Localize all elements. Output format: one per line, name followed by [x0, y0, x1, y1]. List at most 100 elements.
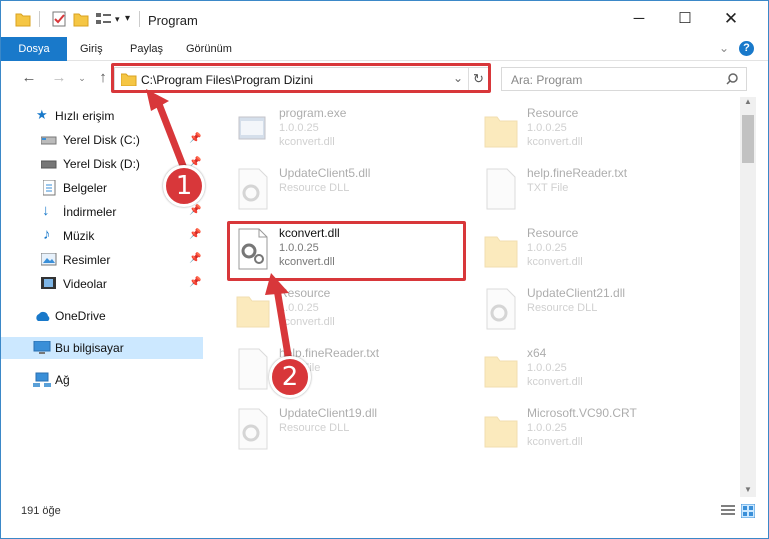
search-placeholder: Ara: Program	[511, 73, 583, 87]
file-tile[interactable]: Microsoft.VC90.CRT 1.0.0.25 kconvert.dll	[477, 403, 707, 461]
scroll-up-icon[interactable]: ▲	[744, 97, 752, 106]
text-file-icon	[486, 168, 516, 210]
help-icon[interactable]: ?	[739, 41, 754, 56]
large-icons-view-icon[interactable]	[741, 504, 755, 518]
sidebar-item-pictures[interactable]: Resimler 📌	[1, 249, 203, 271]
tab-share[interactable]: Paylaş	[121, 37, 172, 61]
divider	[39, 11, 40, 27]
file-type: Resource DLL	[527, 302, 598, 314]
sidebar-item-music[interactable]: ♪ Müzik 📌	[1, 225, 203, 247]
folder-icon	[484, 356, 518, 388]
video-icon	[41, 277, 56, 289]
status-bar: 191 öğe	[1, 499, 768, 523]
sidebar-item-label: Belgeler	[63, 181, 108, 195]
up-button[interactable]: ↑	[94, 69, 112, 87]
drive-icon	[41, 136, 57, 145]
sidebar-item-label: Hızlı erişim	[55, 109, 115, 123]
divider	[139, 11, 140, 27]
title-bar: ▾ ▾ Program ─ ☐ ✕	[1, 1, 768, 37]
sidebar-item-label: Videolar	[63, 277, 107, 291]
file-name: UpdateClient21.dll	[527, 286, 626, 300]
file-tile[interactable]: UpdateClient21.dll Resource DLL	[477, 283, 707, 341]
file-description: kconvert.dll	[527, 376, 583, 388]
file-name: Microsoft.VC90.CRT	[527, 406, 637, 420]
file-tile[interactable]: program.exe 1.0.0.25 kconvert.dll	[229, 103, 459, 161]
file-description: kconvert.dll	[527, 256, 583, 268]
properties-icon[interactable]	[51, 10, 67, 28]
file-version: 1.0.0.25	[527, 122, 567, 134]
item-count: 191 öğe	[21, 505, 61, 517]
file-name: help.fineReader.txt	[527, 166, 628, 180]
customize-toolbar-icon[interactable]: ▾	[125, 13, 130, 31]
sidebar-item-downloads[interactable]: ↓ İndirmeler 📌	[1, 201, 203, 223]
file-version: 1.0.0.25	[279, 122, 319, 134]
file-name: Resource	[527, 226, 579, 240]
sidebar-item-onedrive[interactable]: OneDrive	[1, 305, 203, 327]
forward-button[interactable]: →	[50, 69, 68, 87]
star-icon: ★	[36, 107, 48, 122]
computer-icon	[33, 341, 51, 354]
sidebar-item-videos[interactable]: Videolar 📌	[1, 273, 203, 295]
sidebar-item-label: Bu bilgisayar	[55, 341, 124, 355]
file-tile[interactable]: UpdateClient5.dll Resource DLL	[229, 163, 459, 221]
file-version: 1.0.0.25	[527, 242, 567, 254]
arrow-2	[265, 273, 293, 362]
recent-locations-icon[interactable]: ⌄	[73, 69, 91, 87]
view-options-icon[interactable]	[95, 10, 113, 28]
minimize-button[interactable]: ─	[616, 1, 662, 37]
sidebar-item-network[interactable]: Ağ	[1, 369, 203, 391]
step-badge-2: 2	[269, 356, 311, 398]
file-type: Resource DLL	[279, 422, 350, 434]
file-type: Resource DLL	[279, 182, 350, 194]
file-name: x64	[527, 346, 547, 360]
file-tile[interactable]: help.fineReader.txt TXT File	[477, 163, 707, 221]
search-input[interactable]: Ara: Program	[501, 67, 747, 91]
step-badge-1: 1	[163, 165, 205, 207]
folder-icon	[484, 236, 518, 268]
file-tile[interactable]: UpdateClient19.dll Resource DLL	[229, 403, 459, 461]
new-folder-icon[interactable]	[73, 10, 89, 28]
document-icon	[43, 180, 56, 196]
sidebar-item-label: Resimler	[63, 253, 111, 267]
pin-icon: 📌	[189, 205, 202, 216]
details-view-icon[interactable]	[721, 505, 735, 517]
folder-icon	[484, 416, 518, 448]
sidebar-item-label: Ağ	[55, 373, 70, 387]
pin-icon: 📌	[189, 253, 202, 264]
sidebar-item-label: İndirmeler	[63, 205, 117, 219]
file-type: TXT File	[527, 182, 569, 194]
dll-file-icon	[486, 288, 516, 330]
dll-file-icon	[238, 408, 268, 450]
download-icon: ↓	[42, 202, 50, 219]
music-icon: ♪	[43, 226, 51, 243]
window-title: Program	[148, 13, 198, 28]
tab-home[interactable]: Giriş	[71, 37, 112, 61]
back-button[interactable]: ←	[20, 69, 38, 87]
vertical-scrollbar[interactable]: ▲ ▼	[740, 97, 756, 497]
drive-icon	[41, 160, 57, 169]
dll-file-icon	[238, 168, 268, 210]
sidebar-item-this-pc[interactable]: Bu bilgisayar	[1, 337, 203, 359]
chevron-down-icon[interactable]: ▾	[115, 14, 120, 32]
network-icon	[33, 372, 51, 387]
tab-file[interactable]: Dosya	[1, 37, 67, 61]
pin-icon: 📌	[189, 277, 202, 288]
search-icon	[726, 73, 738, 85]
file-tile[interactable]: x64 1.0.0.25 kconvert.dll	[477, 343, 707, 401]
folder-icon	[484, 116, 518, 148]
pictures-icon	[41, 253, 57, 266]
tab-view[interactable]: Görünüm	[177, 37, 241, 61]
close-button[interactable]: ✕	[708, 1, 754, 37]
maximize-button[interactable]: ☐	[662, 1, 708, 37]
file-tile[interactable]: Resource 1.0.0.25 kconvert.dll	[477, 223, 707, 281]
scroll-down-icon[interactable]: ▼	[744, 485, 752, 494]
file-description: kconvert.dll	[527, 136, 583, 148]
file-name: Resource	[527, 106, 579, 120]
expand-ribbon-icon[interactable]: ⌄	[719, 41, 729, 55]
folder-icon	[15, 13, 31, 27]
file-tile[interactable]: Resource 1.0.0.25 kconvert.dll	[477, 103, 707, 161]
sidebar-item-label: Müzik	[63, 229, 95, 243]
file-version: 1.0.0.25	[527, 362, 567, 374]
scrollbar-thumb[interactable]	[742, 115, 754, 163]
cloud-icon	[36, 311, 50, 321]
